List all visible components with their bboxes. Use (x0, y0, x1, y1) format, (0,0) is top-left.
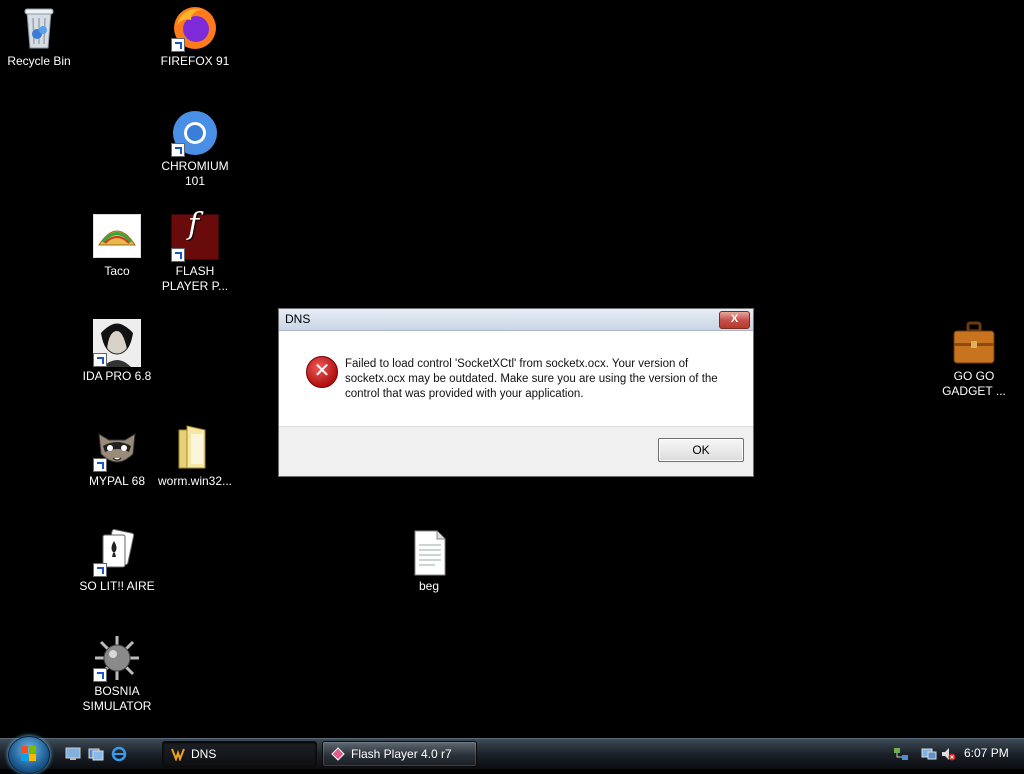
error-dialog: DNS X ✕ Failed to load control 'SocketXC… (278, 308, 754, 477)
taskbar-button-dns[interactable]: DNS (162, 741, 317, 767)
taskbar-button-flash-player[interactable]: Flash Player 4.0 r7 (322, 741, 477, 767)
switch-windows-icon[interactable] (88, 746, 104, 762)
dialog-titlebar[interactable]: DNS X (279, 309, 753, 331)
error-icon: ✕ (306, 356, 338, 388)
spiked-mine-icon (93, 634, 141, 682)
shortcut-arrow-icon (171, 143, 185, 157)
chromium-icon (171, 109, 219, 157)
shortcut-arrow-icon (171, 38, 185, 52)
flash-app-icon (331, 747, 345, 761)
desktop-icon-bosnia-simulator[interactable]: BOSNIA SIMULATOR (78, 634, 156, 714)
dns-app-icon (171, 748, 185, 761)
folder-icon (171, 424, 219, 472)
taskbar: DNS Flash Player 4.0 r7 6:07 PM (0, 736, 1024, 774)
taskbar-button-label: Flash Player 4.0 r7 (351, 747, 452, 761)
desktop-icon-flash-player[interactable]: f FLASH PLAYER P... (156, 210, 234, 294)
solitaire-label: SO LIT!! AIRE (79, 579, 155, 593)
shortcut-arrow-icon (93, 668, 107, 682)
firefox-icon (171, 4, 219, 52)
worm-folder-label: worm.win32... (157, 474, 233, 488)
mypal-label: MYPAL 68 (88, 474, 146, 488)
flash-player-icon: f (171, 210, 219, 262)
volume-muted-icon[interactable] (940, 746, 956, 762)
desktop-icon-solitaire[interactable]: SO LIT!! AIRE (78, 528, 156, 594)
dialog-close-button[interactable]: X (719, 311, 750, 329)
show-desktop-icon[interactable] (65, 746, 81, 762)
network-tray-icon[interactable] (893, 746, 909, 762)
desktop-icon-go-go-gadget[interactable]: GO GO GADGET ... (935, 319, 1013, 399)
taskbar-clock[interactable]: 6:07 PM (964, 746, 1009, 760)
flash-player-label: FLASH PLAYER P... (161, 264, 229, 293)
shortcut-arrow-icon (93, 353, 107, 367)
solitaire-cards-icon (93, 528, 141, 577)
briefcase-icon (950, 319, 998, 367)
taco-label: Taco (104, 264, 130, 278)
chromium-label: CHROMIUM 101 (161, 159, 229, 188)
desktop-icon-mypal[interactable]: MYPAL 68 (78, 424, 156, 489)
desktop-icon-chromium[interactable]: CHROMIUM 101 (156, 109, 234, 189)
shortcut-arrow-icon (93, 458, 107, 472)
windows-logo-icon (21, 746, 37, 762)
internet-explorer-icon[interactable] (111, 746, 127, 762)
desktop-icon-recycle-bin[interactable]: Recycle Bin (0, 4, 78, 69)
desktop-icon-beg[interactable]: beg (390, 529, 468, 594)
go-go-gadget-label: GO GO GADGET ... (942, 369, 1006, 398)
ida-pro-label: IDA PRO 6.8 (82, 369, 152, 383)
shortcut-arrow-icon (171, 248, 185, 262)
shortcut-arrow-icon (93, 563, 107, 577)
recycle-bin-label: Recycle Bin (7, 54, 71, 68)
dialog-message: Failed to load control 'SocketXCtl' from… (345, 358, 718, 400)
ida-pro-icon (93, 319, 141, 367)
desktop-icon-worm-folder[interactable]: worm.win32... (156, 424, 234, 489)
dialog-body: ✕ Failed to load control 'SocketXCtl' fr… (279, 331, 753, 426)
bosnia-simulator-label: BOSNIA SIMULATOR (82, 684, 152, 713)
dialog-title: DNS (285, 312, 311, 326)
ok-button[interactable]: OK (658, 438, 744, 462)
desktop-icon-ida-pro[interactable]: IDA PRO 6.8 (78, 319, 156, 384)
dialog-footer: OK (279, 426, 753, 476)
firefox-label: FIREFOX 91 (160, 54, 230, 68)
beg-label: beg (418, 579, 440, 593)
start-button[interactable] (8, 736, 50, 774)
desktop-icon-firefox[interactable]: FIREFOX 91 (156, 4, 234, 69)
taskbar-button-label: DNS (191, 747, 217, 761)
recycle-bin-icon (15, 4, 63, 52)
desktop-icon-taco[interactable]: Taco (78, 214, 156, 279)
mypal-raccoon-icon (93, 424, 141, 472)
taco-icon (93, 214, 141, 258)
text-document-icon (405, 529, 453, 577)
monitor-tray-icon[interactable] (921, 746, 937, 762)
